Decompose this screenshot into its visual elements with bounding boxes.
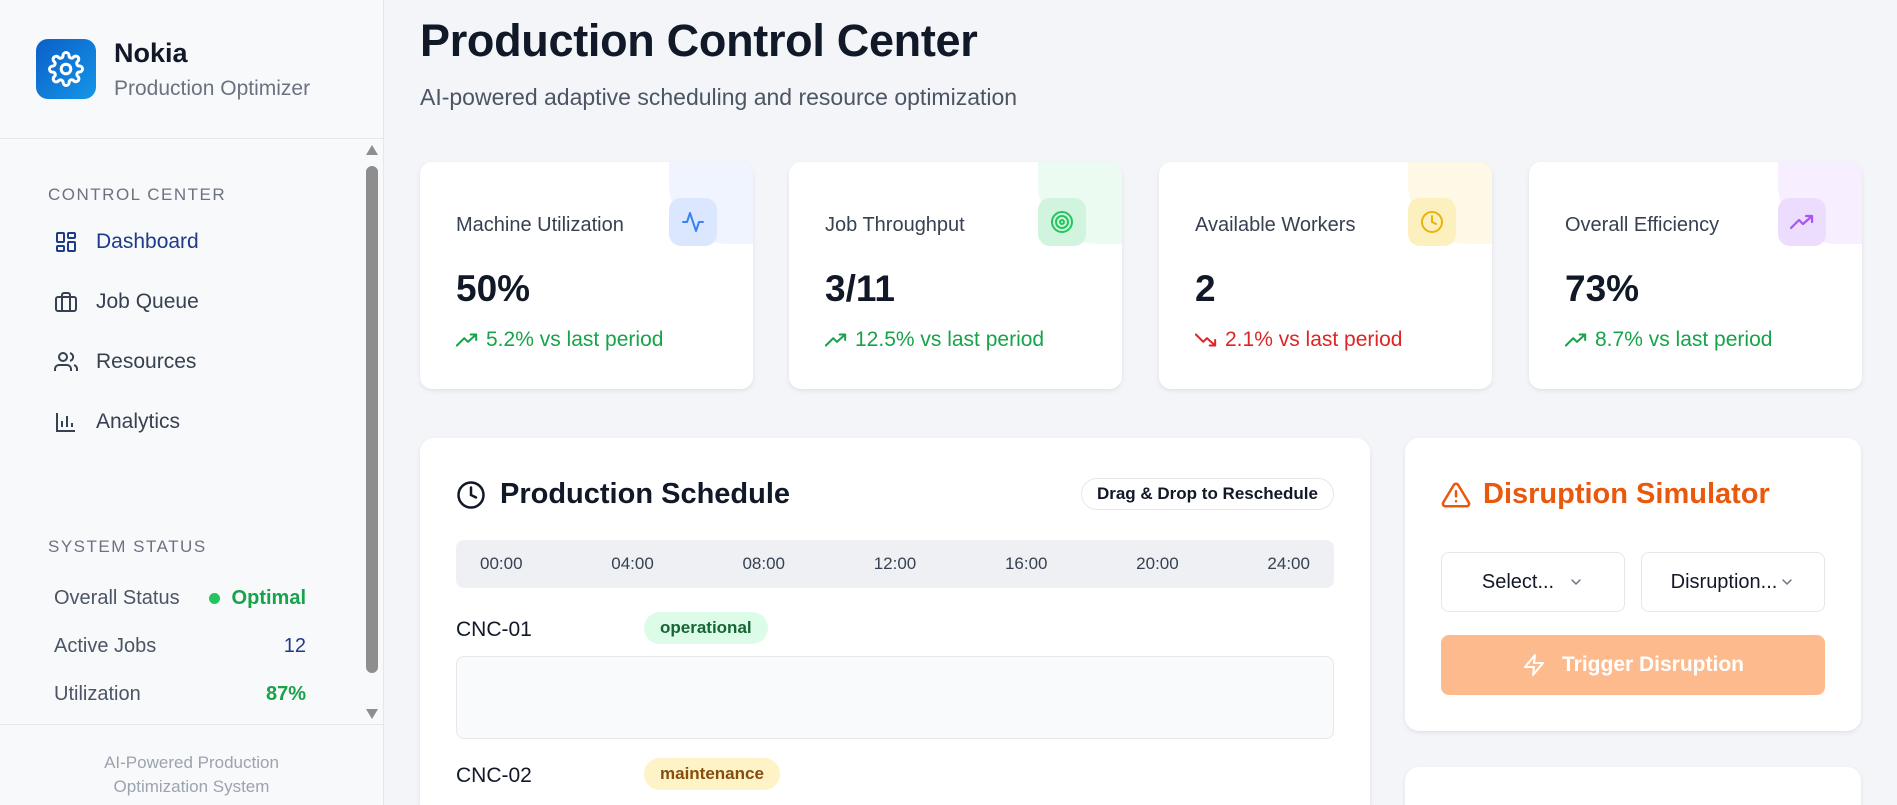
clock-icon: [457, 480, 485, 509]
bar-chart-icon: [54, 410, 78, 434]
trend-up-icon: [1565, 333, 1587, 347]
time-label: 20:00: [1136, 554, 1179, 573]
stat-card-job-throughput: Job Throughput 3/11 12.5% vs last period: [789, 162, 1122, 389]
trend-text: 12.5% vs last period: [855, 328, 1045, 351]
stat-label: Job Throughput: [825, 214, 965, 236]
stat-value: 2: [1195, 268, 1216, 309]
time-label: 16:00: [1004, 554, 1048, 573]
sidebar-item-label: Dashboard: [96, 230, 199, 253]
sidebar-item-dashboard[interactable]: Dashboard: [54, 222, 199, 262]
brand-name: Nokia: [114, 37, 188, 68]
chevron-down-icon: [1782, 579, 1793, 586]
trend-text: 8.7% vs last period: [1595, 328, 1773, 351]
stat-trend: 2.1% vs last period: [1195, 328, 1402, 352]
status-label: Overall Status: [54, 587, 180, 609]
schedule-title: Production Schedule: [456, 478, 790, 511]
machine-select[interactable]: Select...: [1441, 552, 1625, 612]
page-subtitle: AI-powered adaptive scheduling and resou…: [420, 84, 1018, 110]
trending-up-icon: [1778, 198, 1826, 246]
stat-value: 50%: [456, 268, 531, 309]
disruption-simulator-panel: Disruption Simulator Select... Disruptio…: [1405, 438, 1861, 731]
target-icon: [1038, 198, 1086, 246]
brand-header: Nokia Production Optimizer: [0, 0, 383, 139]
trend-down-icon: [1195, 333, 1217, 347]
schedule-title-text: Production Schedule: [500, 478, 791, 510]
status-value: Optimal: [208, 587, 306, 610]
trend-text: 2.1% vs last period: [1225, 328, 1403, 351]
trigger-disruption-button[interactable]: Trigger Disruption: [1441, 635, 1825, 695]
time-label: 00:00: [480, 554, 523, 573]
status-row-overall: Overall Status Optimal: [54, 587, 306, 610]
sidebar-item-label: Job Queue: [96, 290, 199, 313]
scroll-up-arrow-icon[interactable]: [365, 144, 379, 156]
dashboard-icon: [54, 230, 78, 254]
sidebar-item-label: Analytics: [96, 410, 181, 433]
scrollbar-thumb[interactable]: [366, 166, 378, 673]
stat-trend: 8.7% vs last period: [1565, 328, 1772, 352]
sidebar-item-analytics[interactable]: Analytics: [54, 402, 180, 442]
machine-name: CNC-02: [456, 764, 532, 787]
status-value: 12: [283, 635, 306, 657]
machine-status-badge: operational: [644, 612, 768, 644]
warning-triangle-icon: [1441, 481, 1471, 507]
sidebar-item-label: Resources: [96, 350, 197, 373]
drag-drop-hint-badge: Drag & Drop to Reschedule: [1080, 478, 1334, 510]
time-label: 08:00: [742, 554, 786, 573]
stat-value: 73%: [1565, 268, 1640, 309]
machine-name: CNC-01: [456, 618, 532, 641]
users-icon: [54, 350, 78, 374]
machine-schedule-track[interactable]: [456, 656, 1334, 739]
time-label: 04:00: [611, 554, 654, 573]
disruption-type-select[interactable]: Disruption...: [1641, 552, 1825, 612]
disruption-title-text: Disruption Simulator: [1483, 478, 1770, 510]
status-row-active-jobs: Active Jobs 12: [54, 635, 306, 658]
timeline-header: 00:00 04:00 08:00 12:00 16:00 20:00 24:0…: [456, 540, 1334, 588]
control-center-label: CONTROL CENTER: [48, 185, 227, 204]
lightning-icon: [1523, 654, 1544, 676]
stat-trend: 5.2% vs last period: [456, 328, 663, 352]
time-label: 24:00: [1267, 554, 1310, 573]
stat-card-overall-efficiency: Overall Efficiency 73% 8.7% vs last peri…: [1529, 162, 1862, 389]
stat-value: 3/11: [825, 268, 895, 309]
status-dot-icon: [208, 593, 220, 605]
status-row-utilization: Utilization 87%: [54, 683, 306, 706]
stat-card-available-workers: Available Workers 2 2.1% vs last period: [1159, 162, 1492, 389]
select-value: Select...: [1481, 570, 1555, 593]
stat-label: Machine Utilization: [456, 214, 624, 236]
status-label: Active Jobs: [54, 635, 157, 657]
footer-line: Optimization System: [113, 777, 270, 796]
stat-card-machine-utilization: Machine Utilization 50% 5.2% vs last per…: [420, 162, 753, 389]
time-label: 12:00: [873, 554, 917, 573]
sidebar-scroll-area: CONTROL CENTER Dashboard Job Queue Resou…: [0, 139, 383, 725]
sidebar-item-job-queue[interactable]: Job Queue: [54, 282, 199, 322]
clock-icon: [1408, 198, 1456, 246]
button-label: Trigger Disruption: [1561, 653, 1744, 676]
briefcase-icon: [54, 290, 78, 314]
activity-icon: [669, 198, 717, 246]
disruption-title: Disruption Simulator: [1441, 478, 1770, 511]
brand-subtitle: Production Optimizer: [114, 76, 311, 100]
sidebar-item-resources[interactable]: Resources: [54, 342, 196, 382]
machine-status-badge: maintenance: [644, 758, 780, 790]
stat-label: Overall Efficiency: [1565, 214, 1720, 236]
system-status-label: SYSTEM STATUS: [48, 537, 207, 556]
trend-up-icon: [825, 333, 847, 347]
chevron-down-icon: [1571, 579, 1581, 586]
gear-logo-icon: [36, 39, 96, 99]
trend-text: 5.2% vs last period: [486, 328, 664, 351]
secondary-panel: [1405, 767, 1861, 805]
sidebar-footer: AI-Powered Production Optimization Syste…: [0, 724, 383, 805]
sidebar-scrollbar[interactable]: [362, 140, 382, 725]
select-value: Disruption...: [1670, 570, 1778, 593]
status-label: Utilization: [54, 683, 141, 705]
production-schedule-panel: Production Schedule Drag & Drop to Resch…: [420, 438, 1370, 805]
footer-line: AI-Powered Production: [104, 753, 279, 772]
status-value: 87%: [265, 683, 306, 705]
stat-label: Available Workers: [1195, 214, 1356, 236]
scroll-down-arrow-icon[interactable]: [365, 708, 379, 720]
trend-up-icon: [456, 333, 478, 347]
sidebar: Nokia Production Optimizer CONTROL CENTE…: [0, 0, 384, 805]
stat-trend: 12.5% vs last period: [825, 328, 1044, 352]
page-title: Production Control Center: [420, 15, 978, 66]
